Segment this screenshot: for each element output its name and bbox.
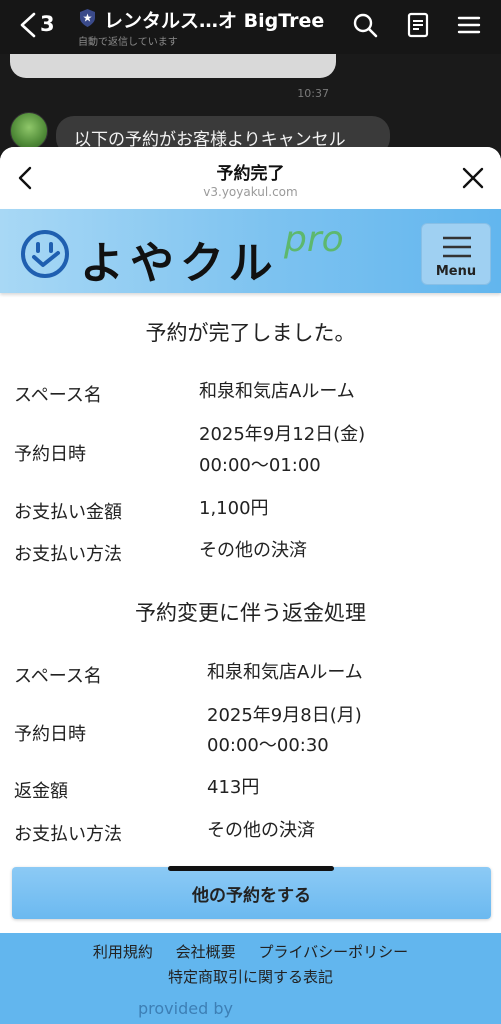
refund-method-label: お支払い方法 bbox=[14, 824, 122, 845]
shield-star-icon bbox=[80, 9, 95, 27]
refund-space-name-label: スペース名 bbox=[14, 666, 102, 687]
page-title: 予約完了 bbox=[216, 164, 285, 184]
message-time: 10:37 bbox=[297, 87, 329, 100]
menu-button[interactable]: Menu bbox=[421, 223, 491, 285]
refund-heading: 予約変更に伴う返金処理 bbox=[135, 601, 366, 625]
booking-heading: 予約が完了しました。 bbox=[145, 321, 356, 345]
payment-method-label: お支払い方法 bbox=[14, 544, 122, 565]
close-icon[interactable] bbox=[462, 167, 484, 189]
refund-space-name-value: 和泉和気店Aルーム bbox=[207, 662, 363, 683]
site-header: よやクル pro Menu bbox=[0, 209, 501, 293]
sheet-nav-bar: 予約完了 v3.yoyakul.com bbox=[0, 147, 501, 209]
logo-text[interactable]: よやクル bbox=[80, 227, 279, 291]
make-another-booking-button[interactable]: 他の予約をする bbox=[12, 867, 491, 919]
previous-message-bubble[interactable] bbox=[10, 54, 336, 78]
space-name-value: 和泉和気店Aルーム bbox=[199, 381, 355, 402]
web-view-sheet: 予約完了 v3.yoyakul.com よやクル pro Menu 予約が完了し… bbox=[0, 147, 501, 1024]
payment-amount-value: 1,100円 bbox=[199, 498, 269, 519]
provided-by-label: provided by bbox=[138, 999, 233, 1018]
page-url: v3.yoyakul.com bbox=[203, 185, 298, 199]
chat-subtitle: 自動で返信しています bbox=[78, 37, 178, 48]
hamburger-menu-icon bbox=[443, 236, 471, 258]
payment-amount-label: お支払い金額 bbox=[14, 502, 122, 523]
refund-amount-label: 返金額 bbox=[14, 781, 68, 802]
chat-title[interactable]: レンタルス…オ BigTree bbox=[104, 6, 324, 33]
home-indicator[interactable] bbox=[168, 866, 334, 871]
payment-method-value: その他の決済 bbox=[199, 540, 307, 561]
logo-pro: pro bbox=[284, 219, 344, 260]
notes-icon[interactable] bbox=[405, 12, 431, 38]
privacy-link[interactable]: プライバシーポリシー bbox=[258, 943, 408, 961]
refund-date-value: 2025年9月8日(月) bbox=[207, 705, 362, 726]
cta-label: 他の予約をする bbox=[192, 886, 311, 906]
booking-datetime-label: 予約日時 bbox=[14, 444, 86, 465]
search-icon[interactable] bbox=[352, 12, 378, 38]
space-name-label: スペース名 bbox=[14, 385, 102, 406]
chevron-left-icon[interactable] bbox=[18, 12, 38, 38]
terms-link[interactable]: 利用規約 bbox=[93, 943, 153, 961]
menu-label: Menu bbox=[435, 264, 477, 279]
hamburger-menu-icon[interactable] bbox=[456, 12, 482, 38]
refund-time-value: 00:00〜00:30 bbox=[207, 735, 329, 756]
unread-count[interactable]: 3 bbox=[40, 12, 55, 36]
booking-date-value: 2025年9月12日(金) bbox=[199, 424, 366, 445]
refund-method-value: その他の決済 bbox=[207, 820, 315, 841]
footer-links: 利用規約 会社概要 プライバシーポリシー bbox=[0, 941, 501, 962]
commercial-law-link[interactable]: 特定商取引に関する表記 bbox=[0, 966, 501, 987]
site-footer: 利用規約 会社概要 プライバシーポリシー 特定商取引に関する表記 provide… bbox=[0, 933, 501, 1024]
chat-header: 3 レンタルス…オ BigTree 自動で返信しています bbox=[0, 0, 501, 54]
refund-amount-value: 413円 bbox=[207, 777, 260, 798]
company-link[interactable]: 会社概要 bbox=[176, 943, 236, 961]
smile-check-icon[interactable] bbox=[20, 229, 70, 279]
chat-body: 10:37 以下の予約がお客様よりキャンセル bbox=[0, 54, 501, 156]
booking-time-value: 00:00〜01:00 bbox=[199, 455, 321, 476]
refund-datetime-label: 予約日時 bbox=[14, 724, 86, 745]
avatar[interactable] bbox=[10, 112, 48, 150]
